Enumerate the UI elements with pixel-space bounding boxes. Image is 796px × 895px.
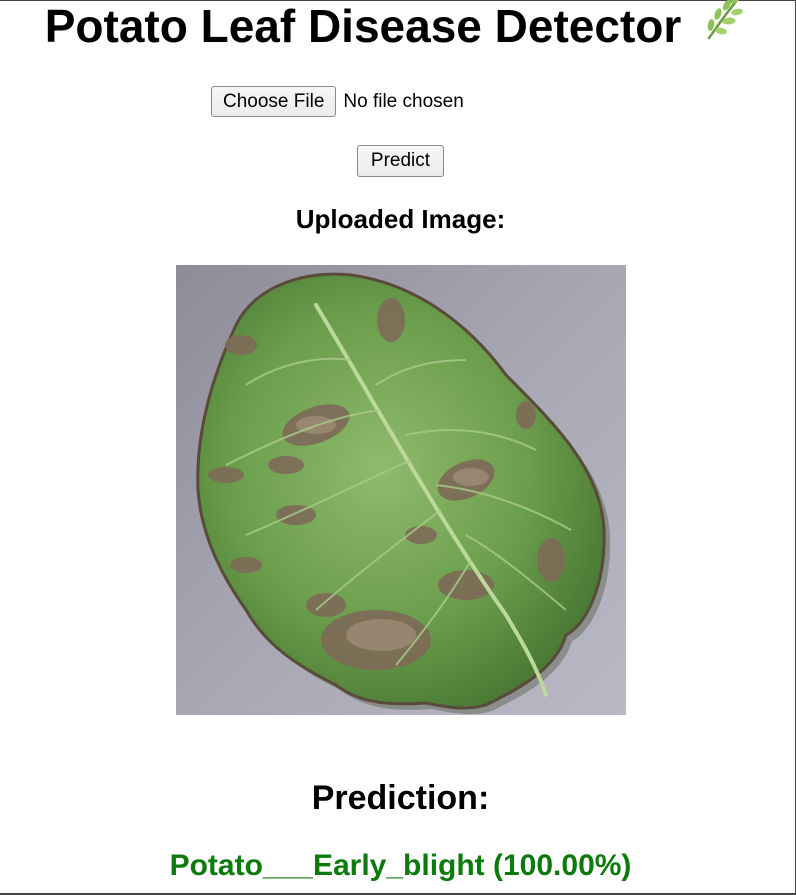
predict-row: Predict xyxy=(357,145,444,177)
file-status: No file chosen xyxy=(343,90,464,112)
herb-icon xyxy=(701,0,745,56)
prediction-result: Potato___Early_blight (100.00%) xyxy=(169,849,632,882)
file-upload: Choose File No file chosen xyxy=(211,86,464,117)
uploaded-leaf-image xyxy=(176,265,626,715)
page-title-text: Potato Leaf Disease Detector xyxy=(44,0,682,52)
page-title: Potato Leaf Disease Detector xyxy=(0,0,790,56)
uploaded-image-heading: Uploaded Image: xyxy=(295,204,506,234)
choose-file-button[interactable]: Choose File xyxy=(211,86,337,117)
prediction-heading: Prediction: xyxy=(311,779,490,817)
page-frame: Potato Leaf Disease Detector Choose File… xyxy=(0,0,796,895)
predict-button[interactable]: Predict xyxy=(357,145,444,177)
